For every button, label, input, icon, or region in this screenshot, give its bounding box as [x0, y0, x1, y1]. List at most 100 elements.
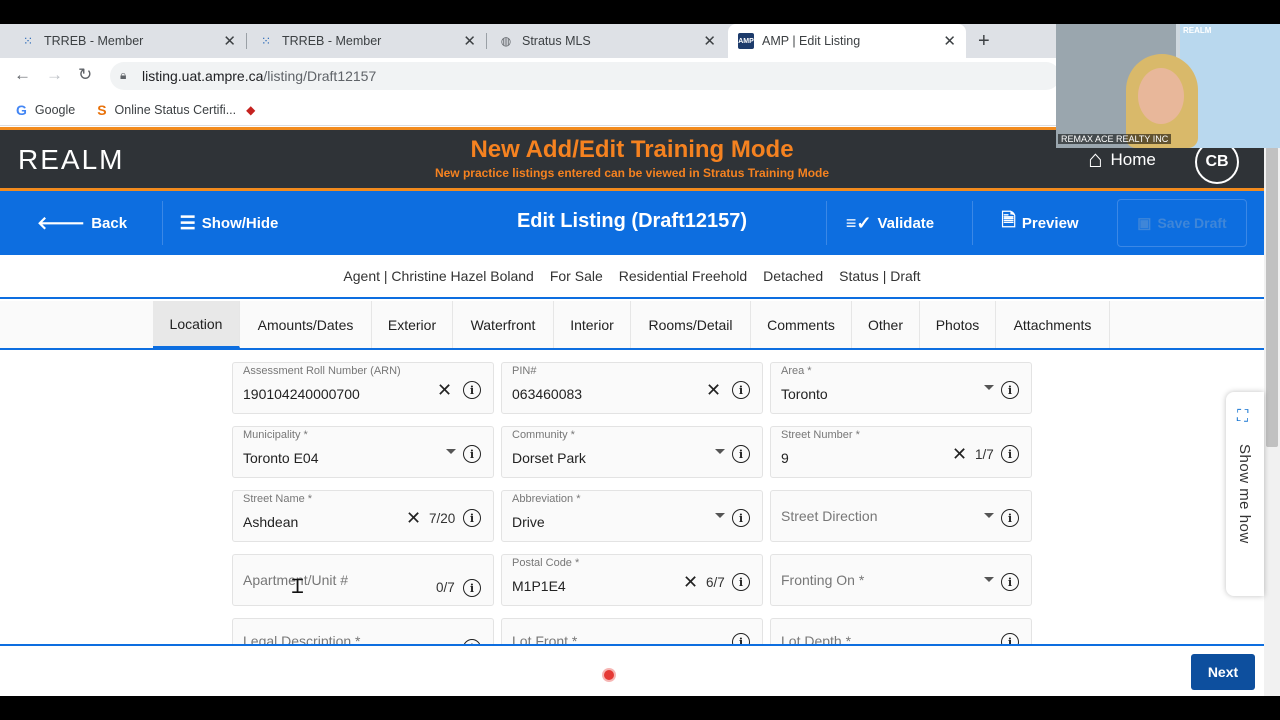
dropdown-arrow-icon[interactable]: [984, 385, 994, 390]
back-arrow-icon[interactable]: ←: [14, 65, 31, 85]
abbreviation-select[interactable]: Abbreviation * Drive i: [501, 490, 763, 542]
tab-photos[interactable]: Photos: [920, 301, 996, 348]
clear-icon[interactable]: ✕: [406, 508, 421, 529]
field-placeholder: Lot Front *: [512, 633, 578, 644]
validate-check-icon: ≡✓: [845, 212, 872, 233]
tab-attachments[interactable]: Attachments: [996, 301, 1110, 348]
char-counter: 0/7: [436, 580, 455, 595]
clear-icon[interactable]: ✕: [683, 572, 698, 593]
close-icon[interactable]: ✕: [943, 32, 956, 50]
browser-tab-2[interactable]: ⁙ TRREB - Member ✕: [248, 24, 486, 58]
browser-tab-1[interactable]: ⁙ TRREB - Member ✕: [0, 24, 246, 58]
webcam-caption: REMAX ACE REALTY INC: [1058, 134, 1172, 144]
browser-tab-4[interactable]: AMP AMP | Edit Listing ✕: [728, 24, 966, 58]
field-value: 063460083: [512, 386, 583, 402]
tab-location[interactable]: Location: [153, 301, 240, 348]
tab-rooms-detail[interactable]: Rooms/Detail: [631, 301, 751, 348]
scrollbar-thumb[interactable]: [1266, 147, 1278, 447]
listing-tabs: Location Amounts/Dates Exterior Waterfro…: [0, 301, 1264, 350]
info-icon[interactable]: i: [1001, 633, 1019, 644]
close-icon[interactable]: ✕: [703, 32, 716, 50]
info-icon[interactable]: i: [732, 381, 750, 399]
legal-description-field[interactable]: Legal Description * i: [232, 618, 494, 644]
property-class-label: Residential Freehold: [618, 268, 748, 284]
info-icon[interactable]: i: [1001, 509, 1019, 527]
clear-icon[interactable]: ✕: [706, 380, 721, 401]
save-draft-button[interactable]: ▣ Save Draft: [1117, 199, 1247, 247]
street-name-field[interactable]: Street Name * Ashdean ✕ 7/20 i: [232, 490, 494, 542]
street-number-field[interactable]: Street Number * 9 ✕ 1/7 i: [770, 426, 1032, 478]
info-icon[interactable]: i: [732, 633, 750, 644]
pin-field[interactable]: PIN# 063460083 ✕ i: [501, 362, 763, 414]
info-icon[interactable]: i: [732, 445, 750, 463]
reload-icon[interactable]: ↻: [78, 65, 92, 85]
url-host: listing.uat.ampre.ca: [142, 68, 264, 84]
show-me-how-panel[interactable]: ⛶ Show me how: [1226, 392, 1264, 596]
tab-exterior[interactable]: Exterior: [372, 301, 453, 348]
tab-amounts-dates[interactable]: Amounts/Dates: [240, 301, 372, 348]
lot-front-field[interactable]: Lot Front * i: [501, 618, 763, 644]
recording-indicator-icon: [604, 670, 614, 680]
info-icon[interactable]: i: [463, 509, 481, 527]
next-button[interactable]: Next: [1191, 654, 1255, 690]
forward-arrow-icon[interactable]: →: [46, 65, 63, 85]
arn-field[interactable]: Assessment Roll Number (ARN) 19010424000…: [232, 362, 494, 414]
form-footer: Next: [0, 644, 1264, 696]
dropdown-arrow-icon[interactable]: [984, 577, 994, 582]
field-placeholder: Street Direction: [781, 508, 878, 524]
info-icon[interactable]: i: [463, 445, 481, 463]
tab-other[interactable]: Other: [852, 301, 920, 348]
fronting-on-select[interactable]: Fronting On * i: [770, 554, 1032, 606]
street-direction-select[interactable]: Street Direction i: [770, 490, 1032, 542]
bookmark-flag-icon[interactable]: ◆: [246, 103, 255, 117]
home-button[interactable]: ⌂ Home: [1088, 146, 1156, 174]
new-tab-icon[interactable]: +: [978, 30, 990, 53]
tab-title: TRREB - Member: [282, 34, 382, 48]
info-icon[interactable]: i: [732, 509, 750, 527]
field-value: Dorset Park: [512, 450, 586, 466]
show-hide-button[interactable]: ☰ Show/Hide: [170, 191, 288, 255]
dropdown-arrow-icon[interactable]: [446, 449, 456, 454]
lot-depth-field[interactable]: Lot Depth * i: [770, 618, 1032, 644]
preview-button[interactable]: 🗎 Preview: [990, 191, 1090, 255]
close-icon[interactable]: ✕: [463, 32, 476, 50]
info-icon[interactable]: i: [463, 579, 481, 597]
info-icon[interactable]: i: [732, 573, 750, 591]
municipality-select[interactable]: Municipality * Toronto E04 i: [232, 426, 494, 478]
home-icon: ⌂: [1088, 146, 1103, 173]
bookmark-label: Google: [34, 102, 76, 117]
info-icon[interactable]: i: [1001, 445, 1019, 463]
tab-title: Stratus MLS: [522, 34, 591, 48]
validate-button[interactable]: ≡✓ Validate: [836, 191, 944, 255]
url-path: /listing/Draft12157: [263, 68, 377, 84]
dropdown-arrow-icon[interactable]: [715, 449, 725, 454]
back-button[interactable]: 🡐 Back: [18, 191, 146, 255]
community-select[interactable]: Community * Dorset Park i: [501, 426, 763, 478]
clear-icon[interactable]: ✕: [952, 444, 967, 465]
globe-icon: ◍: [500, 34, 512, 48]
arrow-left-icon: 🡐: [36, 212, 86, 233]
tab-comments[interactable]: Comments: [751, 301, 852, 348]
show-me-how-label: Show me how: [1236, 444, 1253, 544]
page-scrollbar[interactable]: [1264, 127, 1280, 696]
bookmark-google[interactable]: G Google: [16, 102, 75, 118]
url-field[interactable]: 🔒︎ listing.uat.ampre.ca/listing/Draft121…: [110, 62, 1060, 90]
tab-interior[interactable]: Interior: [554, 301, 631, 348]
info-icon[interactable]: i: [1001, 573, 1019, 591]
close-icon[interactable]: ✕: [223, 32, 236, 50]
bookmark-online-status[interactable]: S Online Status Certifi... ◆: [97, 102, 255, 118]
apartment-unit-field[interactable]: Apartment/Unit # 0/7 i: [232, 554, 494, 606]
postal-code-field[interactable]: Postal Code * M1P1E4 ✕ 6/7 i: [501, 554, 763, 606]
browser-tab-3[interactable]: ◍ Stratus MLS ✕: [488, 24, 726, 58]
field-label: Municipality *: [243, 429, 308, 441]
dropdown-arrow-icon[interactable]: [984, 513, 994, 518]
dropdown-arrow-icon[interactable]: [715, 513, 725, 518]
tab-waterfront[interactable]: Waterfront: [453, 301, 554, 348]
info-icon[interactable]: i: [1001, 381, 1019, 399]
clear-icon[interactable]: ✕: [437, 380, 452, 401]
area-select[interactable]: Area * Toronto i: [770, 362, 1032, 414]
back-label: Back: [91, 214, 128, 232]
home-label: Home: [1110, 150, 1156, 169]
info-icon[interactable]: i: [463, 381, 481, 399]
webcam-overlay: REALM REMAX ACE REALTY INC: [1056, 24, 1280, 148]
